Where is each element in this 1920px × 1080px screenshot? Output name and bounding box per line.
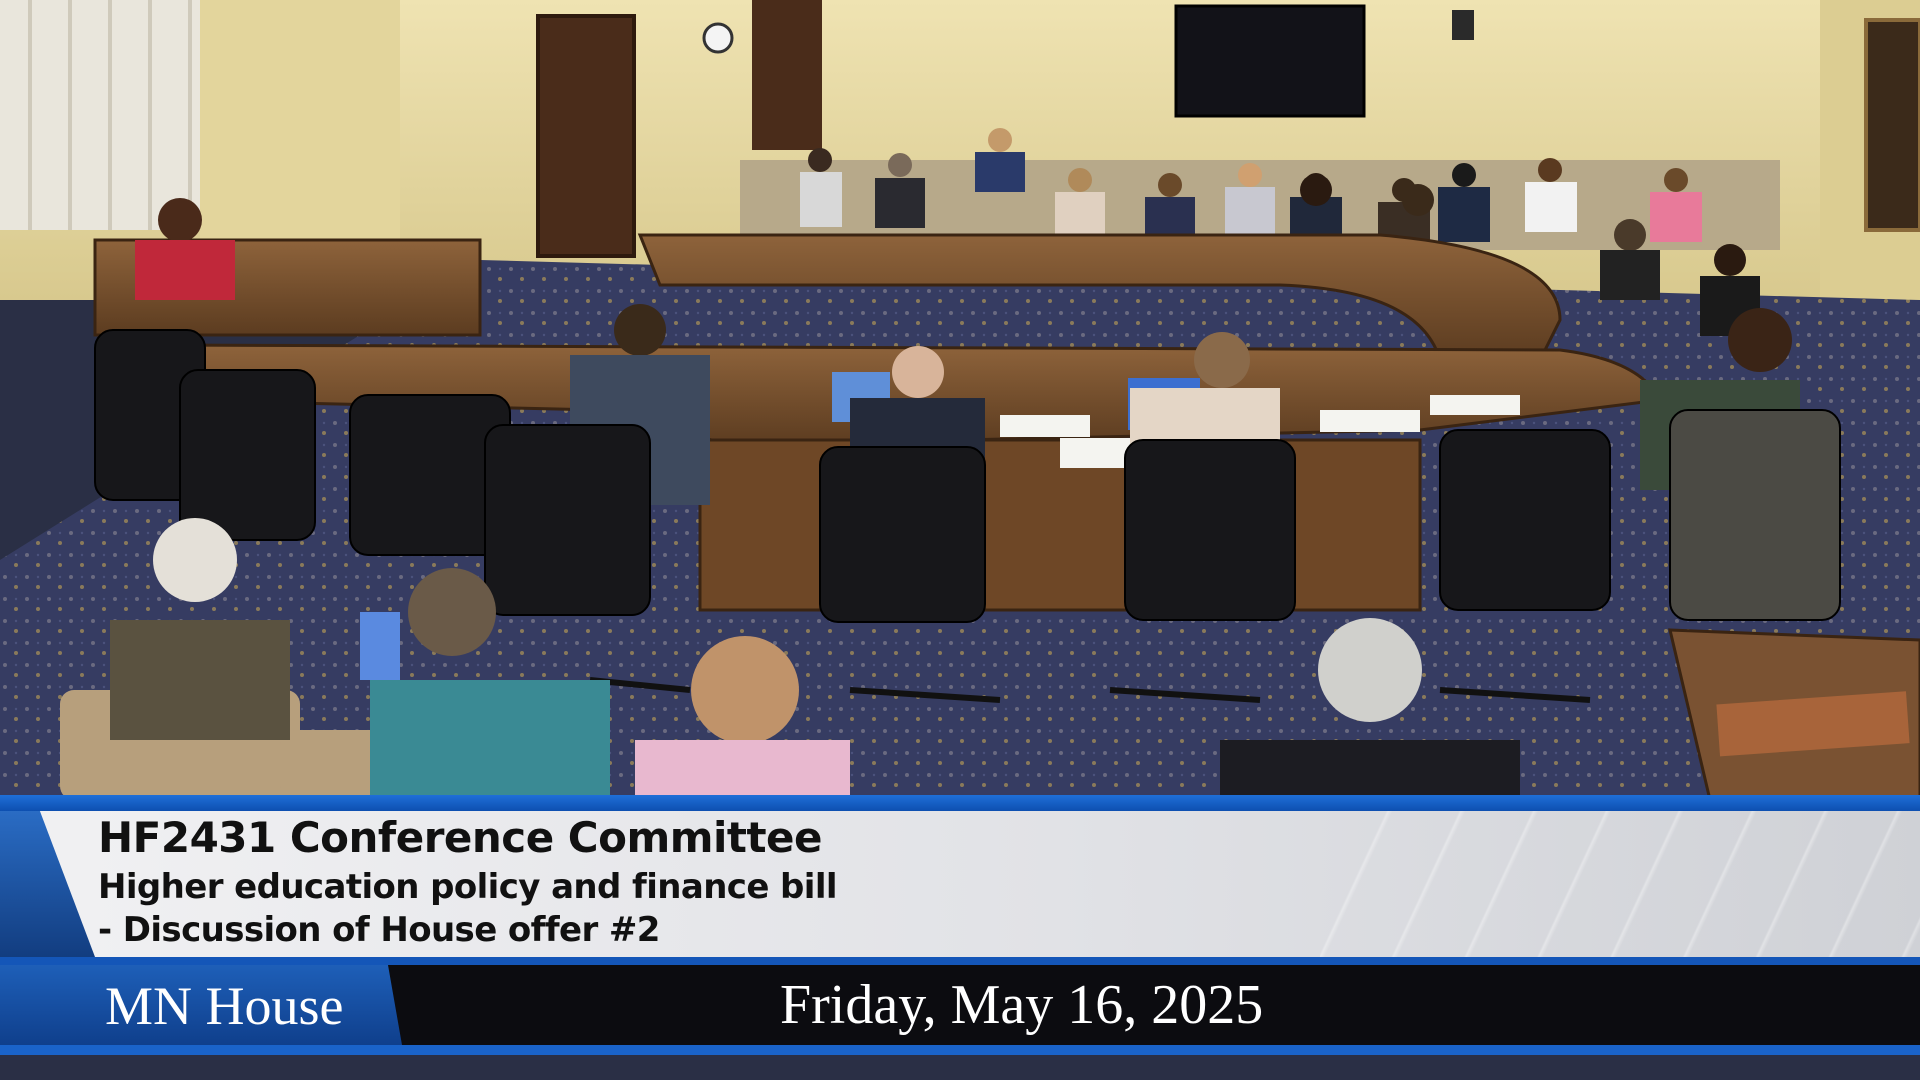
- wall-painting: [1864, 18, 1920, 232]
- organization-label: MN House: [105, 976, 344, 1036]
- banner-middle-rule: [0, 957, 1920, 965]
- wall-tv-screen: [1174, 4, 1366, 118]
- door-right: [752, 0, 822, 150]
- banner-subtitle-line-1: Higher education policy and finance bill: [98, 867, 838, 907]
- banner-title: HF2431 Conference Committee: [98, 813, 823, 862]
- banner-subtitle-line-2: - Discussion of House offer #2: [98, 910, 660, 950]
- lower-third-banner: HF2431 Conference Committee Higher educa…: [0, 795, 1920, 1060]
- wall-camera: [1452, 10, 1474, 40]
- banner-sheen: [1320, 811, 1920, 957]
- window-curtain: [0, 0, 235, 230]
- banner-top-rule: [0, 795, 1920, 811]
- wall-pillar: [200, 0, 400, 280]
- wall-clock: [702, 22, 734, 54]
- door: [536, 14, 636, 258]
- chair-person-body: [135, 240, 235, 300]
- date-label: Friday, May 16, 2025: [780, 974, 1264, 1036]
- chair-person-head: [158, 198, 202, 242]
- banner-bottom-rule: [0, 1045, 1920, 1055]
- front-laptop: [360, 612, 400, 680]
